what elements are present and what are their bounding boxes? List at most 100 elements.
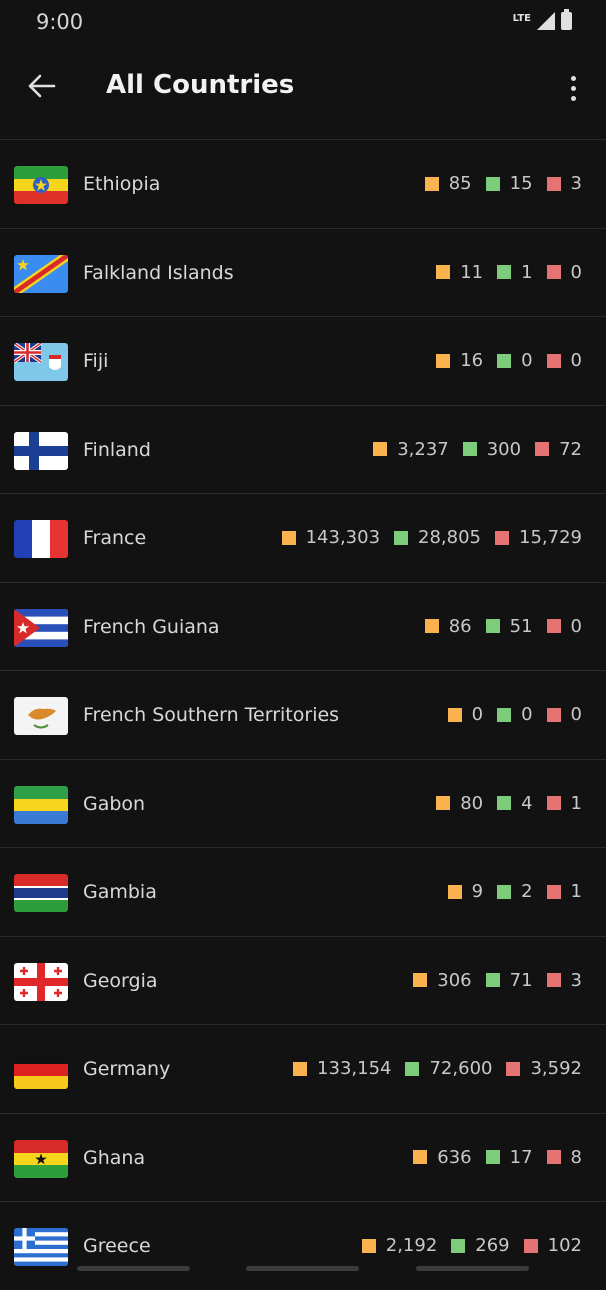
country-row[interactable]: Gambia 9 2 1 xyxy=(0,847,606,936)
recovered-square-icon xyxy=(405,1061,420,1076)
country-stats: 11 1 0 xyxy=(436,262,582,283)
deaths-count: 8 xyxy=(570,1146,582,1168)
deaths-count: 1 xyxy=(570,792,582,814)
recovered-square-icon xyxy=(485,973,500,987)
deaths-count: 0 xyxy=(570,615,582,637)
deaths-stat: 1 xyxy=(546,792,582,814)
confirmed-stat: 86 xyxy=(424,616,472,637)
germany-flag-icon xyxy=(14,1051,68,1089)
country-row[interactable]: French Guiana 86 51 0 xyxy=(0,581,606,671)
country-row[interactable]: Ghana 636 17 8 xyxy=(0,1112,606,1202)
recovered-stat: 2 xyxy=(497,881,533,902)
confirmed-stat: 11 xyxy=(436,262,483,283)
recovered-square-icon xyxy=(497,884,512,899)
deaths-count: 3,592 xyxy=(530,1058,582,1079)
confirmed-square-icon xyxy=(361,1238,376,1253)
country-row[interactable]: Finland 3,237 300 72 xyxy=(0,404,606,494)
confirmed-count: 85 xyxy=(448,173,472,194)
recovered-count: 28,805 xyxy=(418,527,482,548)
deaths-count: 0 xyxy=(570,704,582,725)
deaths-square-icon xyxy=(546,973,561,987)
country-row[interactable]: Greece 2,192 269 102 xyxy=(0,1201,606,1290)
app-bar: All Countries xyxy=(0,44,606,138)
country-row[interactable]: Ethiopia 85 15 3 xyxy=(0,139,606,228)
recovered-count: 0 xyxy=(521,704,533,725)
recovered-square-icon xyxy=(497,265,512,279)
confirmed-count: 9 xyxy=(471,881,484,902)
confirmed-stat: 143,303 xyxy=(281,527,380,548)
country-name: French Southern Territories xyxy=(83,704,340,726)
status-time: 9:00 xyxy=(36,10,84,34)
country-row[interactable]: Georgia 306 71 3 xyxy=(0,935,606,1025)
deaths-stat: 3 xyxy=(546,969,582,991)
deaths-stat: 15,729 xyxy=(495,527,582,548)
confirmed-count: 2,192 xyxy=(385,1235,438,1256)
recovered-count: 15 xyxy=(509,173,533,194)
recovered-square-icon xyxy=(462,442,477,456)
deaths-count: 15,729 xyxy=(519,527,582,548)
country-row[interactable]: Germany 133,154 72,600 3,592 xyxy=(0,1024,606,1113)
country-name: Gabon xyxy=(83,792,146,815)
country-name: Ethiopia xyxy=(83,173,161,195)
country-name: Finland xyxy=(83,438,151,461)
fiji-flag-icon xyxy=(14,343,68,381)
gesture-bar xyxy=(0,1266,606,1272)
recovered-count: 0 xyxy=(521,350,533,371)
confirmed-square-icon xyxy=(293,1061,308,1076)
georgia-flag-icon xyxy=(14,962,68,1001)
confirmed-count: 80 xyxy=(460,792,484,814)
deaths-square-icon xyxy=(495,530,510,545)
deaths-square-icon xyxy=(546,884,561,899)
country-name: Greece xyxy=(83,1235,151,1257)
confirmed-stat: 0 xyxy=(447,704,483,725)
confirmed-square-icon xyxy=(447,707,462,722)
recovered-stat: 300 xyxy=(462,439,521,460)
page-title: All Countries xyxy=(106,70,295,100)
deaths-stat: 0 xyxy=(546,262,582,283)
confirmed-count: 3,237 xyxy=(397,438,449,460)
confirmed-count: 16 xyxy=(460,350,484,371)
more-options-icon[interactable] xyxy=(558,68,588,108)
recovered-count: 269 xyxy=(475,1235,510,1256)
recovered-square-icon xyxy=(485,176,500,191)
deaths-count: 3 xyxy=(570,969,582,991)
country-name: France xyxy=(83,527,147,549)
france-flag-icon xyxy=(14,520,68,558)
confirmed-stat: 80 xyxy=(436,793,483,814)
deaths-stat: 8 xyxy=(546,1146,582,1168)
country-row[interactable]: Gabon 80 4 1 xyxy=(0,758,606,848)
country-name: Gambia xyxy=(83,881,157,903)
deaths-square-icon xyxy=(546,176,561,191)
ethiopia-flag-icon xyxy=(14,166,68,204)
back-arrow-icon[interactable] xyxy=(22,66,62,106)
confirmed-square-icon xyxy=(436,796,451,810)
country-row[interactable]: France 143,303 28,805 15,729 xyxy=(0,493,606,582)
deaths-stat: 3 xyxy=(546,173,582,194)
recovered-count: 2 xyxy=(521,881,533,902)
recovered-count: 1 xyxy=(521,261,533,283)
deaths-square-icon xyxy=(506,1061,521,1076)
country-list: Ethiopia 85 15 3 Falkland Islands 11 1 0 Fiji 16 0… xyxy=(0,139,606,1290)
country-name: Falkland Islands xyxy=(83,261,234,284)
finland-flag-icon xyxy=(14,431,68,470)
country-stats: 306 71 3 xyxy=(413,970,582,991)
country-name: French Guiana xyxy=(83,615,220,638)
recovered-count: 4 xyxy=(521,792,533,814)
recovered-stat: 269 xyxy=(451,1235,510,1256)
country-stats: 636 17 8 xyxy=(413,1147,582,1168)
country-stats: 16 0 0 xyxy=(436,350,582,371)
country-stats: 85 15 3 xyxy=(424,173,582,194)
deaths-stat: 3,592 xyxy=(506,1058,582,1079)
confirmed-square-icon xyxy=(436,353,451,368)
country-row[interactable]: French Southern Territories 0 0 0 xyxy=(0,670,606,759)
dr-congo-flag-icon xyxy=(14,254,68,293)
recovered-square-icon xyxy=(485,619,500,633)
country-stats: 2,192 269 102 xyxy=(361,1235,582,1256)
deaths-stat: 0 xyxy=(546,704,582,725)
country-row[interactable]: Fiji 16 0 0 xyxy=(0,316,606,405)
deaths-square-icon xyxy=(546,1150,561,1164)
status-icons: LTE xyxy=(513,9,572,30)
deaths-stat: 0 xyxy=(546,350,582,371)
confirmed-stat: 3,237 xyxy=(373,439,449,460)
country-row[interactable]: Falkland Islands 11 1 0 xyxy=(0,227,606,317)
